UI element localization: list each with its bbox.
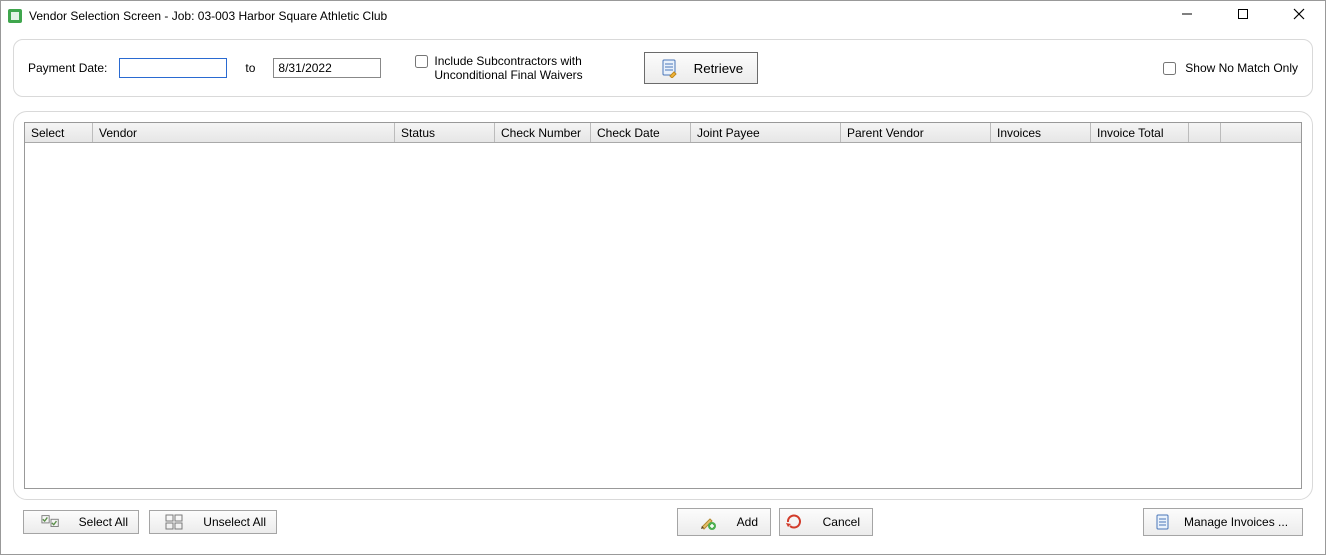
- show-no-match-checkbox-input[interactable]: [1163, 62, 1176, 75]
- window-controls: [1173, 8, 1313, 23]
- retrieve-button-label: Retrieve: [694, 61, 744, 76]
- unselect-all-label: Unselect All: [203, 515, 266, 529]
- close-button[interactable]: [1285, 8, 1313, 23]
- filter-panel: Payment Date: to Include Subcontractors …: [13, 39, 1313, 97]
- footer-center: Add Cancel: [677, 508, 873, 536]
- col-vendor[interactable]: Vendor: [93, 123, 395, 142]
- unselect-all-icon: [165, 514, 185, 530]
- footer: Select All Unselect All: [13, 500, 1313, 546]
- vendor-grid[interactable]: Select Vendor Status Check Number Check …: [24, 122, 1302, 489]
- payment-date-to-input[interactable]: [273, 58, 381, 78]
- title-bar: Vendor Selection Screen - Job: 03-003 Ha…: [1, 1, 1325, 31]
- app-icon: [7, 8, 23, 24]
- select-all-button[interactable]: Select All: [23, 510, 139, 534]
- include-subs-checkbox[interactable]: Include Subcontractors with Unconditiona…: [415, 54, 604, 82]
- col-spacer-1: [1189, 123, 1221, 142]
- manage-invoices-icon: [1154, 513, 1172, 531]
- col-check-date[interactable]: Check Date: [591, 123, 691, 142]
- window: Vendor Selection Screen - Job: 03-003 Ha…: [0, 0, 1326, 555]
- include-subs-label: Include Subcontractors with Unconditiona…: [434, 54, 604, 82]
- col-parent-vendor[interactable]: Parent Vendor: [841, 123, 991, 142]
- content-area: Payment Date: to Include Subcontractors …: [1, 31, 1325, 554]
- select-all-label: Select All: [79, 515, 128, 529]
- manage-invoices-button[interactable]: Manage Invoices ...: [1143, 508, 1303, 536]
- grid-header: Select Vendor Status Check Number Check …: [25, 123, 1301, 143]
- cancel-button-label: Cancel: [823, 515, 860, 529]
- cancel-button[interactable]: Cancel: [779, 508, 873, 536]
- col-status[interactable]: Status: [395, 123, 495, 142]
- show-no-match-checkbox[interactable]: Show No Match Only: [1159, 59, 1298, 78]
- retrieve-button[interactable]: Retrieve: [644, 52, 758, 84]
- footer-right: Manage Invoices ...: [1143, 508, 1303, 536]
- grid-panel: Select Vendor Status Check Number Check …: [13, 111, 1313, 500]
- to-label: to: [245, 61, 255, 75]
- cancel-icon: [785, 513, 803, 531]
- col-invoice-total[interactable]: Invoice Total: [1091, 123, 1189, 142]
- col-select[interactable]: Select: [25, 123, 93, 142]
- col-joint-payee[interactable]: Joint Payee: [691, 123, 841, 142]
- col-check-number[interactable]: Check Number: [495, 123, 591, 142]
- add-button-label: Add: [737, 515, 758, 529]
- col-invoices[interactable]: Invoices: [991, 123, 1091, 142]
- payment-date-from-input[interactable]: [119, 58, 227, 78]
- add-button[interactable]: Add: [677, 508, 771, 536]
- payment-date-label: Payment Date:: [28, 61, 107, 75]
- maximize-button[interactable]: [1229, 8, 1257, 23]
- grid-body: [25, 143, 1301, 488]
- footer-left: Select All Unselect All: [23, 510, 277, 534]
- show-no-match-label: Show No Match Only: [1185, 61, 1298, 75]
- minimize-button[interactable]: [1173, 8, 1201, 23]
- retrieve-icon: [660, 58, 680, 78]
- select-all-icon: [41, 514, 61, 530]
- manage-invoices-label: Manage Invoices ...: [1184, 515, 1288, 529]
- unselect-all-button[interactable]: Unselect All: [149, 510, 277, 534]
- include-subs-checkbox-input[interactable]: [415, 55, 428, 68]
- col-spacer-2: [1221, 123, 1301, 142]
- add-icon: [699, 513, 717, 531]
- window-title: Vendor Selection Screen - Job: 03-003 Ha…: [29, 9, 387, 23]
